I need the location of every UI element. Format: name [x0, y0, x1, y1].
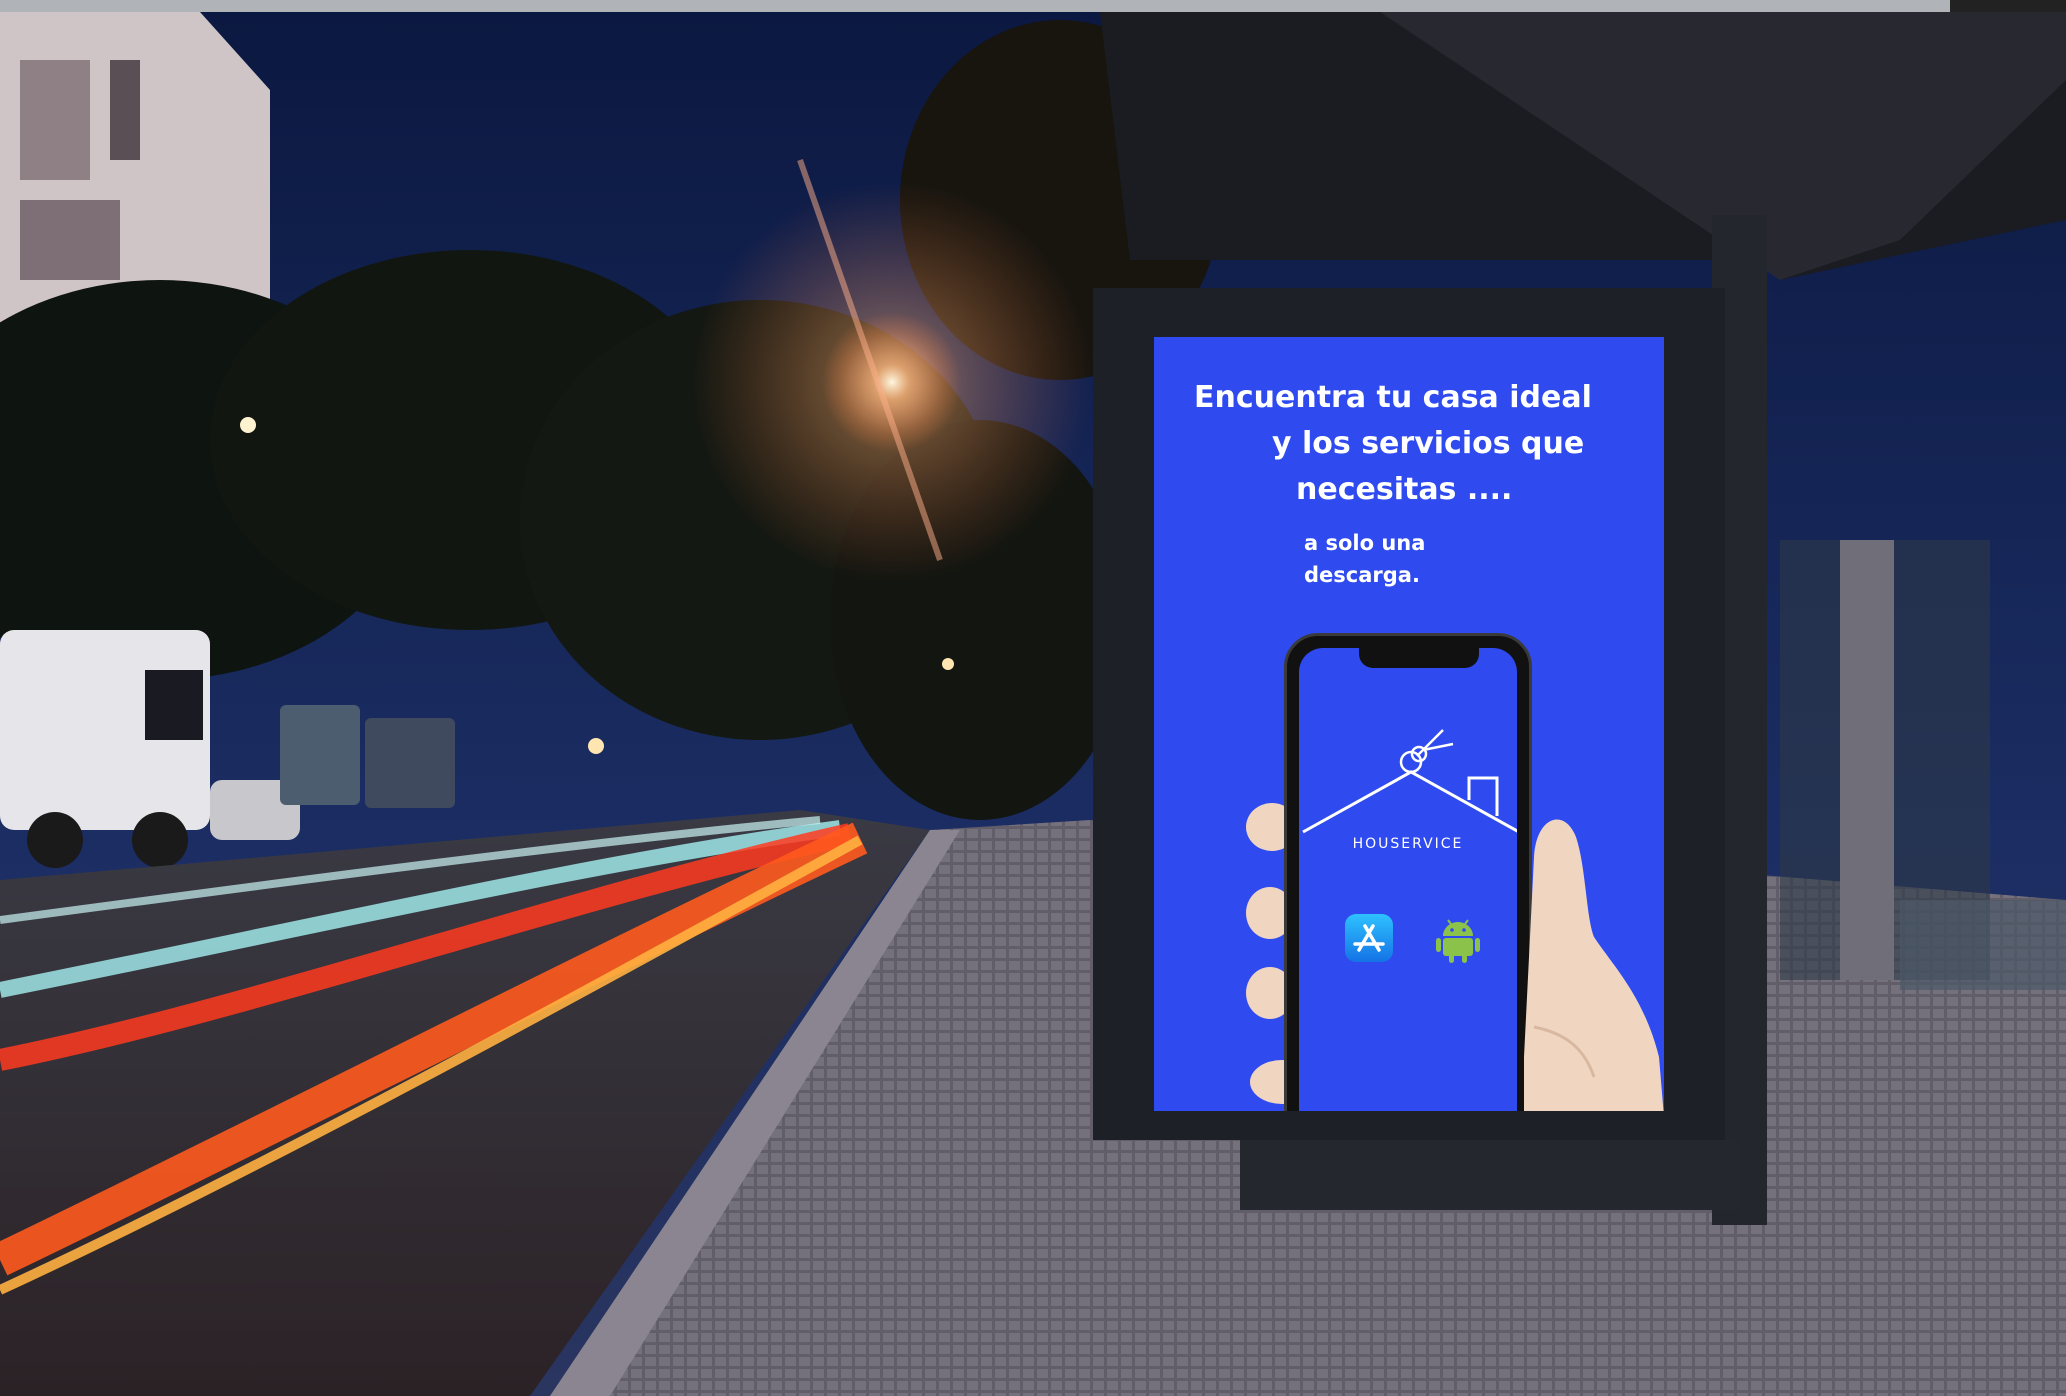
poster-subline: a solo una descarga.: [1304, 527, 1425, 591]
phone-notch: [1359, 648, 1479, 668]
advertisement-poster: Encuentra tu casa ideal y los servicios …: [1154, 337, 1664, 1111]
phone-screen: HOUSERVICE: [1299, 648, 1517, 1111]
app-brand-name: HOUSERVICE: [1352, 836, 1464, 852]
subline-line-2: descarga.: [1304, 563, 1420, 587]
headline-line-1: Encuentra tu casa ideal: [1194, 380, 1592, 415]
subline-line-1: a solo una: [1304, 531, 1426, 555]
android-icon[interactable]: [1433, 914, 1483, 964]
photo-scene: Encuentra tu casa ideal y los servicios …: [0, 0, 2066, 1396]
right-hand: [1524, 819, 1664, 1111]
poster-headline: Encuentra tu casa ideal y los servicios …: [1194, 375, 1614, 513]
house-keys-logo: [1302, 729, 1517, 834]
app-store-icon[interactable]: [1345, 914, 1393, 962]
street-background: [0, 0, 2066, 1396]
smartphone: HOUSERVICE: [1284, 633, 1532, 1111]
headline-line-2: y los servicios que: [1272, 426, 1585, 461]
headline-line-3: necesitas ....: [1296, 472, 1513, 507]
